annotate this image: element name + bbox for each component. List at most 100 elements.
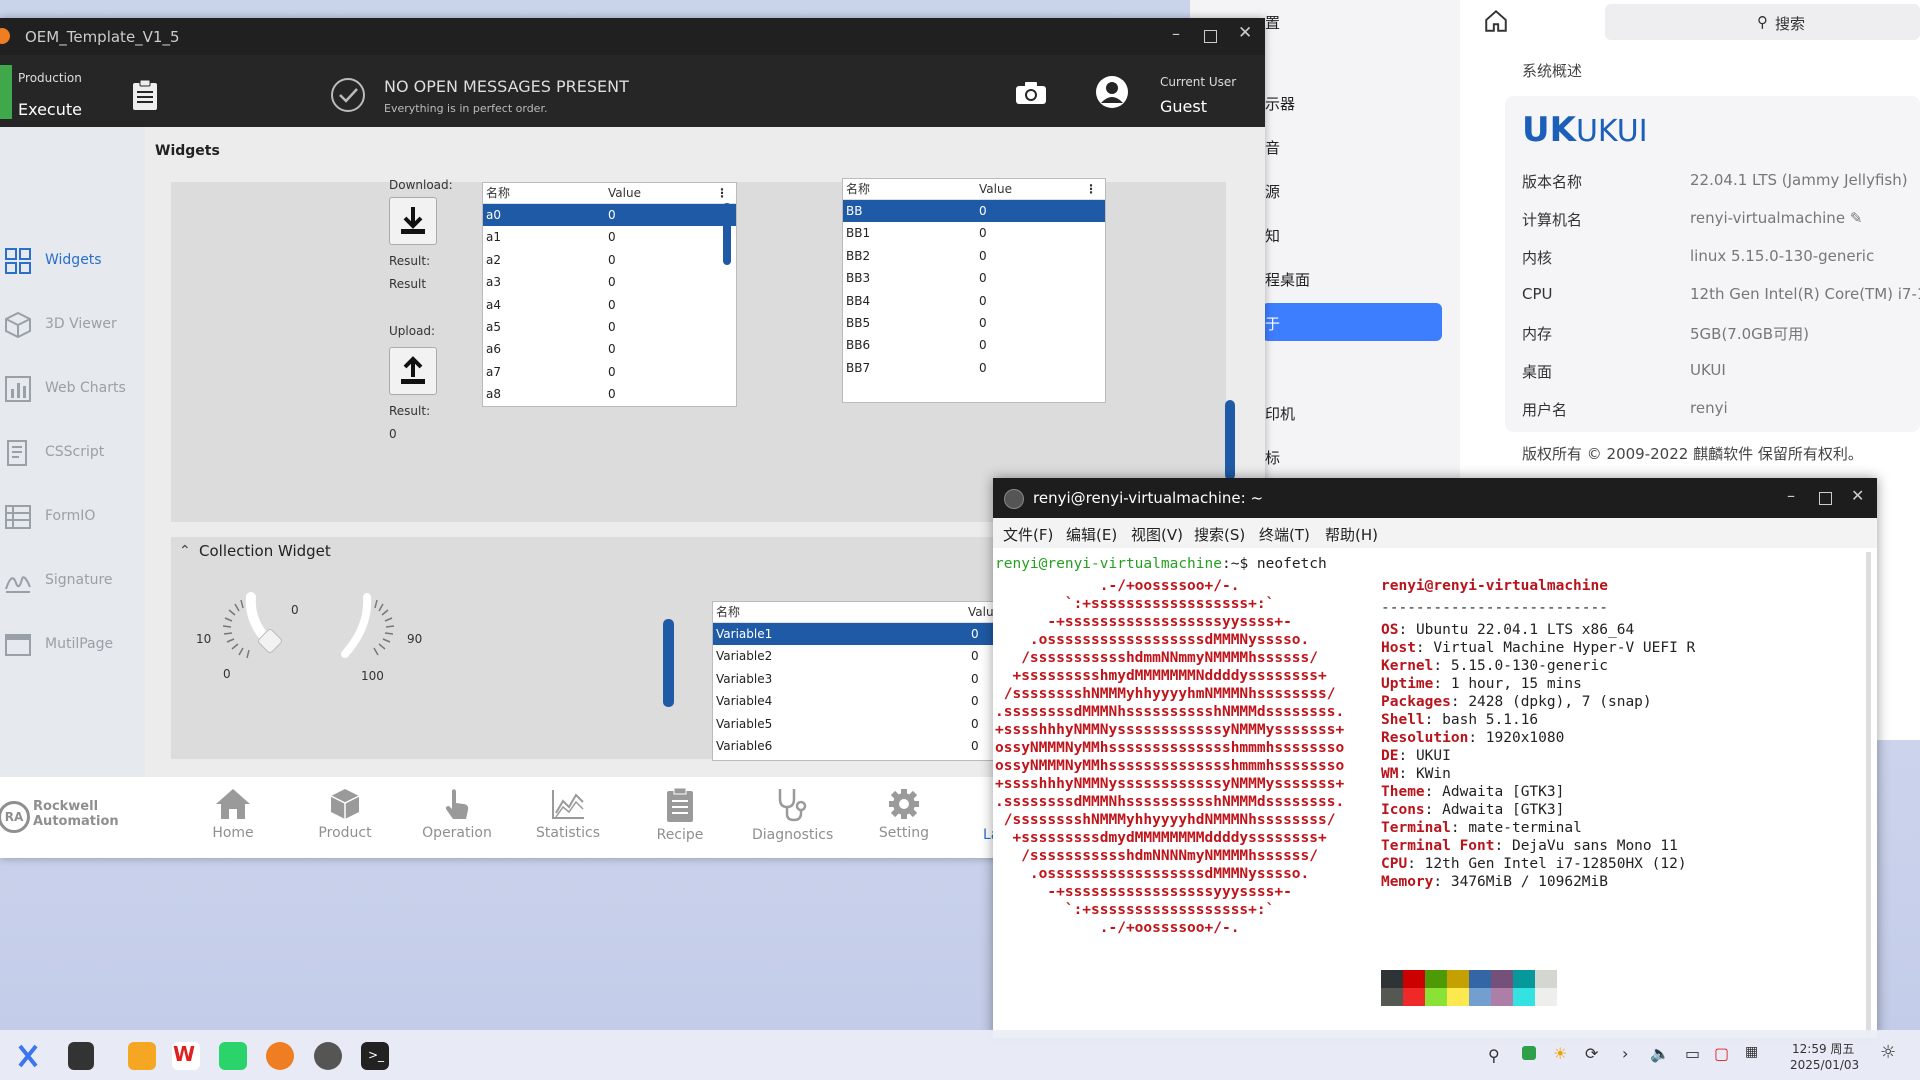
column-header[interactable]: 名称	[716, 602, 740, 622]
start-menu-icon[interactable]	[14, 1042, 42, 1070]
column-header[interactable]: 名称	[846, 179, 870, 199]
list-item[interactable]: a2 0	[483, 249, 736, 271]
list-item[interactable]: BB1 0	[843, 222, 1105, 244]
maximize-icon[interactable]	[1204, 30, 1217, 43]
list-item[interactable]: BB6 0	[843, 334, 1105, 356]
oem-app-icon[interactable]	[266, 1042, 294, 1070]
terminal-scrollbar[interactable]	[1866, 552, 1871, 1038]
oem-titlebar[interactable]: OEM_Template_V1_5 – ✕	[0, 18, 1265, 55]
sidebar-item-signature[interactable]: Signature	[0, 561, 145, 601]
chevron-right-icon[interactable]: ›	[1622, 1044, 1628, 1063]
mode-value[interactable]: Execute	[18, 100, 82, 119]
wps-icon[interactable]: W	[172, 1042, 200, 1070]
menu-help[interactable]: 帮助(H)	[1325, 524, 1378, 545]
camera-icon[interactable]	[1015, 81, 1047, 109]
menu-terminal[interactable]: 终端(T)	[1259, 524, 1310, 545]
scrollbar[interactable]	[723, 203, 731, 265]
list-item[interactable]: BB3 0	[843, 267, 1105, 289]
settings-search-input[interactable]: ⚲ 搜索	[1605, 4, 1920, 40]
user-avatar-icon[interactable]	[1095, 75, 1129, 113]
nav-product[interactable]: Product	[305, 787, 385, 841]
maximize-icon[interactable]	[1819, 492, 1832, 505]
minimize-icon[interactable]: –	[1787, 486, 1795, 505]
list-item[interactable]: BB2 0	[843, 245, 1105, 267]
nav-recipe[interactable]: Recipe	[640, 787, 720, 843]
settings-nav-item[interactable]: 印机	[1265, 403, 1295, 424]
page-scrollbar[interactable]	[1225, 400, 1235, 480]
list-item[interactable]: a8 0	[483, 383, 736, 405]
tray-app-icon[interactable]	[1522, 1046, 1536, 1060]
list-item[interactable]: a3 0	[483, 271, 736, 293]
list-item[interactable]: BB5 0	[843, 312, 1105, 334]
list-item[interactable]: BB 0	[843, 200, 1105, 223]
column-header[interactable]: 名称	[486, 183, 510, 203]
clock-date[interactable]: 2025/01/03	[1790, 1058, 1859, 1072]
menu-edit[interactable]: 编辑(E)	[1066, 524, 1117, 545]
settings-app-icon[interactable]	[314, 1042, 342, 1070]
sun-icon[interactable]: ☀	[1553, 1044, 1567, 1063]
variable-list-bb[interactable]: 名称 Value ⋮ BB 0 BB1 0 BB2 0 BB3 0 BB4 0 BB5 0 BB…	[842, 178, 1106, 403]
update-icon[interactable]: ⟳	[1585, 1044, 1598, 1063]
list-item[interactable]: a4 0	[483, 294, 736, 316]
list-item[interactable]: a7 0	[483, 361, 736, 383]
list-item[interactable]: BB4 0	[843, 290, 1105, 312]
download-button[interactable]	[389, 197, 437, 245]
clipboard-icon[interactable]	[132, 79, 158, 115]
menu-search[interactable]: 搜索(S)	[1194, 524, 1245, 545]
list-item[interactable]: BB7 0	[843, 357, 1105, 379]
nav-diagnostics[interactable]: Diagnostics	[752, 787, 833, 843]
column-header[interactable]: Value	[979, 179, 1012, 199]
nav-operation[interactable]: Operation	[417, 787, 497, 841]
column-header[interactable]: Valu	[968, 602, 994, 622]
home-icon[interactable]	[1483, 8, 1511, 36]
settings-nav-item[interactable]: 置	[1265, 12, 1280, 33]
list-item[interactable]: Variable1 0	[713, 623, 1003, 646]
upload-button[interactable]	[389, 347, 437, 395]
list-item[interactable]: a1 0	[483, 226, 736, 248]
kebab-menu-icon[interactable]: ⋮	[1085, 179, 1097, 199]
variable-list-a[interactable]: 名称 Value ⋮ a0 0 a1 0 a2 0 a3 0 a4 0 a5 0 a6 0 a7 0…	[482, 182, 737, 407]
nav-setting[interactable]: Setting	[864, 787, 944, 841]
close-icon[interactable]: ✕	[1238, 23, 1252, 43]
notification-icon[interactable]: ▢	[1714, 1044, 1729, 1063]
terminal-app-icon[interactable]: >_	[361, 1042, 389, 1070]
sidebar-item-3d-viewer[interactable]: 3D Viewer	[0, 305, 145, 345]
sidebar-item-mutilpage[interactable]: MutilPage	[0, 625, 145, 665]
settings-nav-item[interactable]: 音	[1265, 137, 1280, 158]
sidebar-item-widgets[interactable]: Widgets	[0, 241, 145, 281]
sidebar-item-formio[interactable]: FormIO	[0, 497, 145, 537]
terminal-output[interactable]: renyi@renyi-virtualmachine:~$ neofetch .…	[993, 548, 1871, 1038]
vertical-slider[interactable]	[663, 619, 674, 707]
list-item[interactable]: Variable2 0	[713, 645, 1003, 667]
settings-nav-item-about[interactable]: 于	[1265, 313, 1280, 334]
theme-toggle-icon[interactable]: ☼	[1880, 1042, 1896, 1063]
list-item[interactable]: a0 0	[483, 204, 736, 227]
list-item[interactable]: Variable3 0	[713, 668, 1003, 690]
settings-nav-item[interactable]: 示器	[1265, 93, 1295, 114]
list-item[interactable]: a6 0	[483, 338, 736, 360]
settings-nav-item[interactable]: 标	[1265, 447, 1280, 468]
list-item[interactable]: Variable4 0	[713, 690, 1003, 712]
volume-icon[interactable]: 🔈	[1650, 1044, 1670, 1063]
list-item[interactable]: Variable5 0	[713, 713, 1003, 735]
chat-icon[interactable]	[219, 1042, 247, 1070]
file-manager-icon[interactable]	[128, 1042, 156, 1070]
sidebar-item-web-charts[interactable]: Web Charts	[0, 369, 145, 409]
search-icon[interactable]: ⚲	[1488, 1046, 1500, 1065]
chevron-up-icon[interactable]: ⌃	[179, 543, 191, 559]
kebab-menu-icon[interactable]: ⋮	[716, 183, 728, 203]
settings-nav-item[interactable]: 源	[1265, 181, 1280, 202]
keyboard-icon[interactable]: ▦	[1745, 1044, 1758, 1060]
menu-file[interactable]: 文件(F)	[1003, 524, 1053, 545]
nav-statistics[interactable]: Statistics	[528, 787, 608, 841]
settings-nav-active[interactable]	[1262, 303, 1442, 341]
minimize-icon[interactable]: –	[1172, 24, 1180, 43]
close-icon[interactable]: ✕	[1851, 486, 1864, 505]
collection-variable-list[interactable]: 名称 Valu Variable1 0 Variable2 0 Variable3 0 …	[712, 601, 1004, 761]
nav-home[interactable]: Home	[193, 787, 273, 841]
list-item[interactable]: Variable6 0	[713, 735, 1003, 757]
column-header[interactable]: Value	[608, 183, 641, 203]
menu-view[interactable]: 视图(V)	[1131, 524, 1183, 545]
settings-nav-item[interactable]: 程桌面	[1265, 269, 1310, 290]
list-item[interactable]: a90	[483, 406, 736, 407]
